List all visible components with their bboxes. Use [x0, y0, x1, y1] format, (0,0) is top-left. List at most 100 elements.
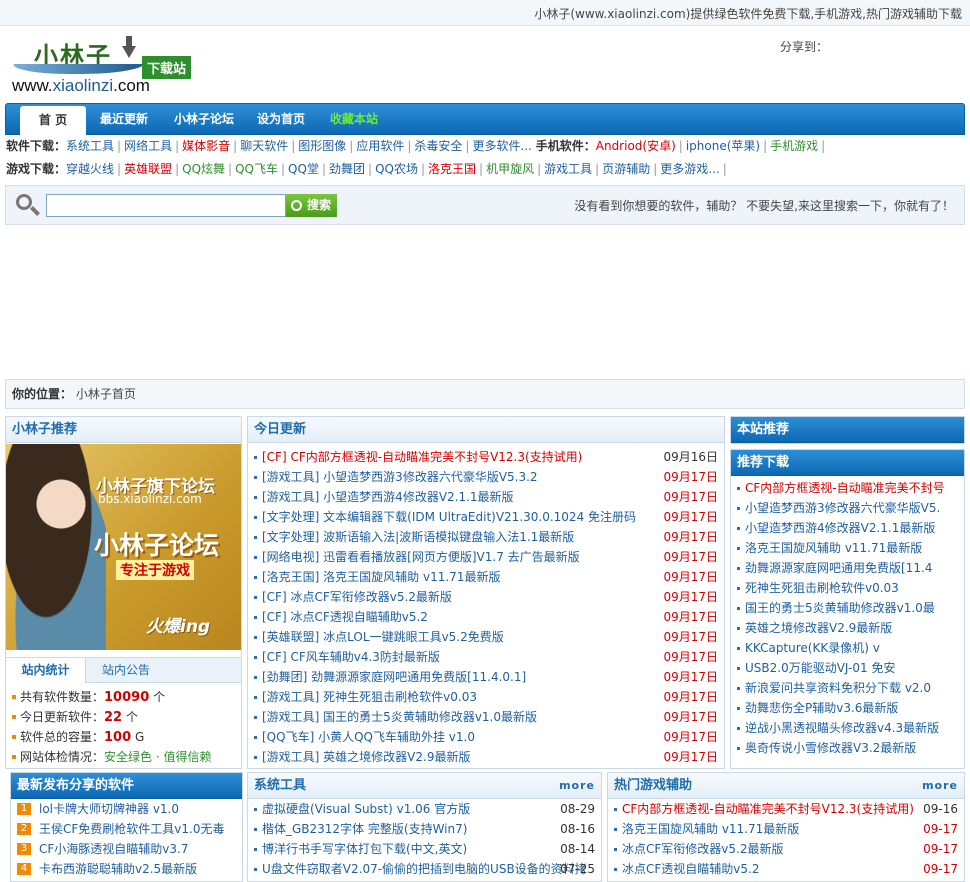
forum-promo-banner[interactable]: 小林子旗下论坛 bbs.xiaolinzi.com 小林子论坛 专注于游戏 火爆…: [6, 444, 241, 650]
list-item[interactable]: 冰点CF透视自瞄辅助v5.2 09-17: [608, 859, 964, 879]
list-item-title[interactable]: 冰点CF军衔修改器v5.2最新版: [622, 842, 783, 856]
list-item[interactable]: 劲舞悲伤全P辅助v3.6最新版: [731, 698, 964, 718]
list-item-title[interactable]: [游戏工具] 国王的勇士5炎黄辅助修改器v1.0最新版: [262, 710, 537, 724]
category-link[interactable]: 聊天软件: [240, 139, 288, 153]
list-item-title[interactable]: 小望造梦西游4修改器V2.1.1最新版: [745, 521, 935, 535]
list-item[interactable]: [QQ飞车] 小黄人QQ飞车辅助外挂 v1.0 09月17日: [248, 727, 724, 747]
category-link[interactable]: 洛克王国: [428, 162, 476, 176]
list-item[interactable]: [劲舞团] 劲舞源源家庭网吧通用免费版[11.4.0.1] 09月17日: [248, 667, 724, 687]
nav-item-0[interactable]: 首 页: [20, 106, 86, 135]
tab-site-notice[interactable]: 站内公告: [86, 658, 166, 683]
category-link[interactable]: 图形图像: [298, 139, 346, 153]
list-item[interactable]: [游戏工具] 小望造梦西游4修改器V2.1.1最新版 09月17日: [248, 487, 724, 507]
list-item[interactable]: 国王的勇士5炎黄辅助修改器v1.0最: [731, 598, 964, 618]
list-item[interactable]: KKCapture(KK录像机) v: [731, 638, 964, 658]
list-item[interactable]: [洛克王国] 洛克王国旋风辅助 v11.71最新版 09月17日: [248, 567, 724, 587]
list-item-title[interactable]: [英雄联盟] 冰点LOL一键跳眼工具v5.2免费版: [262, 630, 504, 644]
list-item[interactable]: CF内部方框透视-自动瞄准完美不封号V12.3(支持试用) 09-16: [608, 799, 964, 819]
nav-item-2[interactable]: 小林子论坛: [164, 104, 244, 135]
list-item[interactable]: 虚拟硬盘(Visual Subst) v1.06 官方版 08-29: [248, 799, 601, 819]
list-item[interactable]: 小望造梦西游3修改器六代豪华版V5.: [731, 498, 964, 518]
category-link[interactable]: QQ飞车: [235, 162, 278, 176]
list-item[interactable]: 奥奇传说小雪修改器V3.2最新版: [731, 738, 964, 758]
list-item[interactable]: U盘文件窃取者V2.07-偷偷的把插到电脑的USB设备的资料拷 07-25: [248, 859, 601, 879]
category-link[interactable]: 页游辅助: [602, 162, 650, 176]
ranked-item-title[interactable]: CF小海豚透视自瞄辅助v3.7: [39, 842, 188, 856]
list-item-title[interactable]: 冰点CF透视自瞄辅助v5.2: [622, 862, 759, 876]
list-item[interactable]: [游戏工具] 小望造梦西游3修改器六代豪华版V5.3.2 09月17日: [248, 467, 724, 487]
list-item-title[interactable]: [CF] CF内部方框透视-自动瞄准完美不封号V12.3(支持试用): [262, 450, 582, 464]
list-item-title[interactable]: 洛克王国旋风辅助 v11.71最新版: [745, 541, 922, 555]
list-item-title[interactable]: CF内部方框透视-自动瞄准完美不封号: [745, 481, 945, 495]
list-item[interactable]: CF内部方框透视-自动瞄准完美不封号: [731, 478, 964, 498]
list-item-title[interactable]: 劲舞源源家庭网吧通用免费版[11.4: [745, 561, 932, 575]
list-item[interactable]: 英雄之境修改器V2.9最新版: [731, 618, 964, 638]
list-item[interactable]: [CF] CF内部方框透视-自动瞄准完美不封号V12.3(支持试用) 09月16日: [248, 447, 724, 467]
list-item-title[interactable]: [CF] 冰点CF军衔修改器v5.2最新版: [262, 590, 452, 604]
list-item-title[interactable]: [洛克王国] 洛克王国旋风辅助 v11.71最新版: [262, 570, 500, 584]
list-item-title[interactable]: [CF] CF风车辅助v4.3防封最新版: [262, 650, 440, 664]
category-link[interactable]: 网络工具: [124, 139, 172, 153]
category-link[interactable]: 游戏工具: [544, 162, 592, 176]
list-item-title[interactable]: 奥奇传说小雪修改器V3.2最新版: [745, 741, 916, 755]
category-link[interactable]: 系统工具: [66, 139, 114, 153]
ranked-item[interactable]: 3 CF小海豚透视自瞄辅助v3.7: [11, 839, 242, 859]
hot-game-aids-more-link[interactable]: more: [922, 773, 958, 799]
list-item-title[interactable]: [劲舞团] 劲舞源源家庭网吧通用免费版[11.4.0.1]: [262, 670, 526, 684]
category-link[interactable]: 更多软件...: [472, 139, 531, 153]
list-item[interactable]: 新浪爱问共享资料免积分下载 v2.0: [731, 678, 964, 698]
list-item[interactable]: [CF] CF风车辅助v4.3防封最新版 09月17日: [248, 647, 724, 667]
list-item-title[interactable]: [QQ飞车] 小黄人QQ飞车辅助外挂 v1.0: [262, 730, 475, 744]
nav-item-4[interactable]: 收藏本站: [322, 104, 386, 135]
list-item-title[interactable]: [游戏工具] 死神生死狙击刷枪软件v0.03: [262, 690, 477, 704]
tab-site-stats[interactable]: 站内统计: [6, 658, 86, 683]
list-item[interactable]: 逆战小黑透视瞄头修改器v4.3最新版: [731, 718, 964, 738]
nav-item-1[interactable]: 最近更新: [92, 104, 156, 135]
list-item[interactable]: 小望造梦西游4修改器V2.1.1最新版: [731, 518, 964, 538]
site-logo[interactable]: 小林子 下载站 www.xiaolinzi.com: [10, 36, 212, 100]
category-link[interactable]: 应用软件: [356, 139, 404, 153]
mobile-category-link[interactable]: iphone(苹果): [686, 139, 760, 153]
search-input[interactable]: [46, 194, 286, 217]
list-item-title[interactable]: U盘文件窃取者V2.07-偷偷的把插到电脑的USB设备的资料拷: [262, 862, 587, 876]
list-item[interactable]: 洛克王国旋风辅助 v11.71最新版: [731, 538, 964, 558]
list-item[interactable]: 冰点CF军衔修改器v5.2最新版 09-17: [608, 839, 964, 859]
list-item-title[interactable]: [游戏工具] 小望造梦西游3修改器六代豪华版V5.3.2: [262, 470, 538, 484]
ranked-item-title[interactable]: 王侯CF免费刷枪软件工具v1.0无毒: [39, 822, 224, 836]
search-button[interactable]: 搜索: [286, 194, 337, 217]
list-item[interactable]: [网络电视] 迅雷看看播放器[网页方便版]V1.7 去广告最新版 09月17日: [248, 547, 724, 567]
list-item[interactable]: USB2.0万能驱动VJ-01 免安: [731, 658, 964, 678]
list-item-title[interactable]: 国王的勇士5炎黄辅助修改器v1.0最: [745, 601, 935, 615]
list-item[interactable]: [英雄联盟] 冰点LOL一键跳眼工具v5.2免费版 09月17日: [248, 627, 724, 647]
list-item-title[interactable]: [网络电视] 迅雷看看播放器[网页方便版]V1.7 去广告最新版: [262, 550, 580, 564]
list-item[interactable]: [游戏工具] 死神生死狙击刷枪软件v0.03 09月17日: [248, 687, 724, 707]
list-item-title[interactable]: 劲舞悲伤全P辅助v3.6最新版: [745, 701, 898, 715]
list-item-title[interactable]: USB2.0万能驱动VJ-01 免安: [745, 661, 895, 675]
list-item[interactable]: 博洋行书手写字体打包下载(中文,英文) 08-14: [248, 839, 601, 859]
nav-item-3[interactable]: 设为首页: [252, 104, 310, 135]
list-item-title[interactable]: 楷体_GB2312字体 完整版(支持Win7): [262, 822, 467, 836]
list-item-title[interactable]: 英雄之境修改器V2.9最新版: [745, 621, 892, 635]
list-item[interactable]: [CF] 冰点CF军衔修改器v5.2最新版 09月17日: [248, 587, 724, 607]
list-item-title[interactable]: [CF] 冰点CF透视自瞄辅助v5.2: [262, 610, 428, 624]
list-item[interactable]: 死神生死狙击刷枪软件v0.03: [731, 578, 964, 598]
mobile-category-link[interactable]: Andriod(安卓): [596, 139, 676, 153]
list-item-title[interactable]: CF内部方框透视-自动瞄准完美不封号V12.3(支持试用): [622, 802, 914, 816]
list-item-title[interactable]: 洛克王国旋风辅助 v11.71最新版: [622, 822, 799, 836]
list-item-title[interactable]: [文字处理] 波斯语输入法|波斯语模拟键盘输入法1.1最新版: [262, 530, 574, 544]
category-link[interactable]: 穿越火线: [66, 162, 114, 176]
category-link[interactable]: 劲舞团: [329, 162, 365, 176]
list-item-title[interactable]: 博洋行书手写字体打包下载(中文,英文): [262, 842, 467, 856]
category-link[interactable]: 杀毒安全: [414, 139, 462, 153]
category-link[interactable]: 媒体影音: [182, 139, 230, 153]
category-link[interactable]: QQ堂: [288, 162, 319, 176]
category-link[interactable]: 机甲旋风: [486, 162, 534, 176]
list-item-title[interactable]: KKCapture(KK录像机) v: [745, 641, 880, 655]
ranked-item[interactable]: 4 卡布西游聪聪辅助v2.5最新版: [11, 859, 242, 879]
list-item[interactable]: [文字处理] 波斯语输入法|波斯语模拟键盘输入法1.1最新版 09月17日: [248, 527, 724, 547]
list-item-title[interactable]: [文字处理] 文本编辑器下载(IDM UltraEdit)V21.30.0.10…: [262, 510, 636, 524]
list-item-title[interactable]: [游戏工具] 小望造梦西游4修改器V2.1.1最新版: [262, 490, 514, 504]
breadcrumb-home-link[interactable]: 小林子首页: [76, 387, 136, 401]
category-link[interactable]: QQ炫舞: [182, 162, 225, 176]
ranked-item-title[interactable]: lol卡牌大师切牌神器 v1.0: [39, 802, 179, 816]
